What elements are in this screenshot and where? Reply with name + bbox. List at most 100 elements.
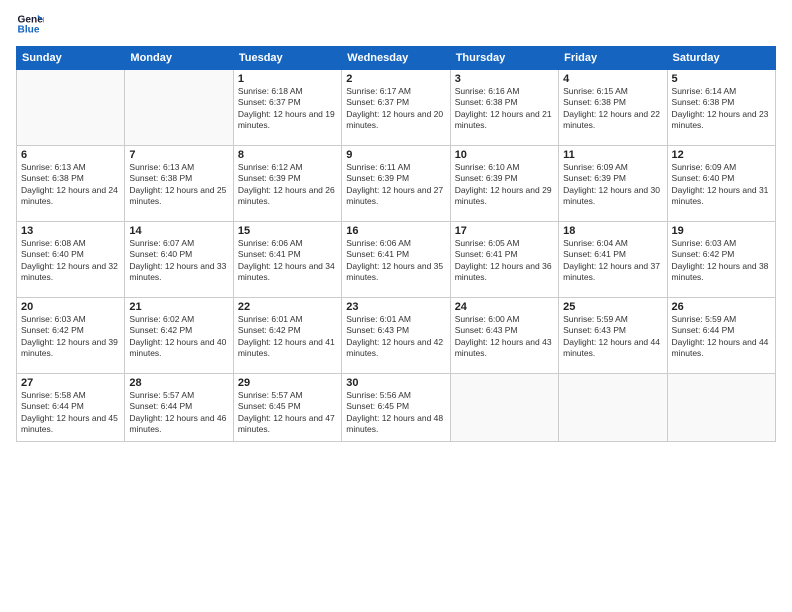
cell-info: Sunrise: 6:09 AM Sunset: 6:40 PM Dayligh… [672,162,771,208]
day-number: 22 [238,301,337,313]
header: General Blue [16,10,776,38]
weekday-header: Wednesday [342,47,450,70]
day-number: 27 [21,377,120,389]
day-number: 7 [129,149,228,161]
cell-info: Sunrise: 6:17 AM Sunset: 6:37 PM Dayligh… [346,86,445,132]
calendar-cell: 14Sunrise: 6:07 AM Sunset: 6:40 PM Dayli… [125,222,233,298]
day-number: 3 [455,73,554,85]
cell-info: Sunrise: 5:59 AM Sunset: 6:44 PM Dayligh… [672,314,771,360]
calendar-cell [125,70,233,146]
day-number: 17 [455,225,554,237]
calendar-cell: 22Sunrise: 6:01 AM Sunset: 6:42 PM Dayli… [233,298,341,374]
calendar-cell [667,374,775,442]
calendar-cell: 8Sunrise: 6:12 AM Sunset: 6:39 PM Daylig… [233,146,341,222]
day-number: 16 [346,225,445,237]
day-number: 11 [563,149,662,161]
day-number: 14 [129,225,228,237]
day-number: 9 [346,149,445,161]
day-number: 24 [455,301,554,313]
cell-info: Sunrise: 5:57 AM Sunset: 6:45 PM Dayligh… [238,390,337,436]
calendar-cell [559,374,667,442]
day-number: 28 [129,377,228,389]
cell-info: Sunrise: 6:00 AM Sunset: 6:43 PM Dayligh… [455,314,554,360]
day-number: 25 [563,301,662,313]
page: General Blue SundayMondayTuesdayWednesda… [0,0,792,612]
cell-info: Sunrise: 5:56 AM Sunset: 6:45 PM Dayligh… [346,390,445,436]
cell-info: Sunrise: 6:02 AM Sunset: 6:42 PM Dayligh… [129,314,228,360]
day-number: 1 [238,73,337,85]
cell-info: Sunrise: 6:05 AM Sunset: 6:41 PM Dayligh… [455,238,554,284]
cell-info: Sunrise: 6:12 AM Sunset: 6:39 PM Dayligh… [238,162,337,208]
day-number: 6 [21,149,120,161]
calendar-week-row: 20Sunrise: 6:03 AM Sunset: 6:42 PM Dayli… [17,298,776,374]
calendar-cell: 15Sunrise: 6:06 AM Sunset: 6:41 PM Dayli… [233,222,341,298]
cell-info: Sunrise: 6:01 AM Sunset: 6:42 PM Dayligh… [238,314,337,360]
day-number: 21 [129,301,228,313]
cell-info: Sunrise: 6:03 AM Sunset: 6:42 PM Dayligh… [672,238,771,284]
logo-icon: General Blue [16,10,44,38]
weekday-header: Thursday [450,47,558,70]
calendar-cell: 17Sunrise: 6:05 AM Sunset: 6:41 PM Dayli… [450,222,558,298]
calendar-cell: 9Sunrise: 6:11 AM Sunset: 6:39 PM Daylig… [342,146,450,222]
cell-info: Sunrise: 6:13 AM Sunset: 6:38 PM Dayligh… [129,162,228,208]
day-number: 2 [346,73,445,85]
calendar-cell: 10Sunrise: 6:10 AM Sunset: 6:39 PM Dayli… [450,146,558,222]
weekday-header: Saturday [667,47,775,70]
logo: General Blue [16,10,48,38]
calendar-cell: 21Sunrise: 6:02 AM Sunset: 6:42 PM Dayli… [125,298,233,374]
calendar-cell: 23Sunrise: 6:01 AM Sunset: 6:43 PM Dayli… [342,298,450,374]
cell-info: Sunrise: 6:06 AM Sunset: 6:41 PM Dayligh… [238,238,337,284]
cell-info: Sunrise: 6:13 AM Sunset: 6:38 PM Dayligh… [21,162,120,208]
day-number: 19 [672,225,771,237]
calendar-cell: 25Sunrise: 5:59 AM Sunset: 6:43 PM Dayli… [559,298,667,374]
day-number: 29 [238,377,337,389]
day-number: 8 [238,149,337,161]
cell-info: Sunrise: 6:18 AM Sunset: 6:37 PM Dayligh… [238,86,337,132]
day-number: 18 [563,225,662,237]
day-number: 13 [21,225,120,237]
calendar-cell: 18Sunrise: 6:04 AM Sunset: 6:41 PM Dayli… [559,222,667,298]
calendar-cell [17,70,125,146]
svg-text:Blue: Blue [18,25,40,36]
calendar-cell: 11Sunrise: 6:09 AM Sunset: 6:39 PM Dayli… [559,146,667,222]
calendar-header-row: SundayMondayTuesdayWednesdayThursdayFrid… [17,47,776,70]
cell-info: Sunrise: 6:03 AM Sunset: 6:42 PM Dayligh… [21,314,120,360]
weekday-header: Monday [125,47,233,70]
calendar-cell [450,374,558,442]
calendar-cell: 5Sunrise: 6:14 AM Sunset: 6:38 PM Daylig… [667,70,775,146]
calendar-cell: 1Sunrise: 6:18 AM Sunset: 6:37 PM Daylig… [233,70,341,146]
calendar-cell: 29Sunrise: 5:57 AM Sunset: 6:45 PM Dayli… [233,374,341,442]
calendar-cell: 20Sunrise: 6:03 AM Sunset: 6:42 PM Dayli… [17,298,125,374]
cell-info: Sunrise: 6:06 AM Sunset: 6:41 PM Dayligh… [346,238,445,284]
cell-info: Sunrise: 6:01 AM Sunset: 6:43 PM Dayligh… [346,314,445,360]
cell-info: Sunrise: 6:14 AM Sunset: 6:38 PM Dayligh… [672,86,771,132]
cell-info: Sunrise: 6:11 AM Sunset: 6:39 PM Dayligh… [346,162,445,208]
calendar-cell: 28Sunrise: 5:57 AM Sunset: 6:44 PM Dayli… [125,374,233,442]
cell-info: Sunrise: 5:59 AM Sunset: 6:43 PM Dayligh… [563,314,662,360]
calendar-cell: 4Sunrise: 6:15 AM Sunset: 6:38 PM Daylig… [559,70,667,146]
day-number: 23 [346,301,445,313]
calendar-week-row: 6Sunrise: 6:13 AM Sunset: 6:38 PM Daylig… [17,146,776,222]
cell-info: Sunrise: 6:09 AM Sunset: 6:39 PM Dayligh… [563,162,662,208]
calendar-cell: 3Sunrise: 6:16 AM Sunset: 6:38 PM Daylig… [450,70,558,146]
weekday-header: Tuesday [233,47,341,70]
cell-info: Sunrise: 6:08 AM Sunset: 6:40 PM Dayligh… [21,238,120,284]
cell-info: Sunrise: 6:16 AM Sunset: 6:38 PM Dayligh… [455,86,554,132]
calendar-cell: 13Sunrise: 6:08 AM Sunset: 6:40 PM Dayli… [17,222,125,298]
calendar-cell: 6Sunrise: 6:13 AM Sunset: 6:38 PM Daylig… [17,146,125,222]
calendar-week-row: 1Sunrise: 6:18 AM Sunset: 6:37 PM Daylig… [17,70,776,146]
day-number: 5 [672,73,771,85]
day-number: 12 [672,149,771,161]
calendar-cell: 26Sunrise: 5:59 AM Sunset: 6:44 PM Dayli… [667,298,775,374]
weekday-header: Sunday [17,47,125,70]
cell-info: Sunrise: 5:57 AM Sunset: 6:44 PM Dayligh… [129,390,228,436]
cell-info: Sunrise: 6:15 AM Sunset: 6:38 PM Dayligh… [563,86,662,132]
day-number: 10 [455,149,554,161]
day-number: 30 [346,377,445,389]
calendar-cell: 19Sunrise: 6:03 AM Sunset: 6:42 PM Dayli… [667,222,775,298]
day-number: 15 [238,225,337,237]
day-number: 26 [672,301,771,313]
calendar-cell: 7Sunrise: 6:13 AM Sunset: 6:38 PM Daylig… [125,146,233,222]
day-number: 4 [563,73,662,85]
calendar-table: SundayMondayTuesdayWednesdayThursdayFrid… [16,46,776,442]
